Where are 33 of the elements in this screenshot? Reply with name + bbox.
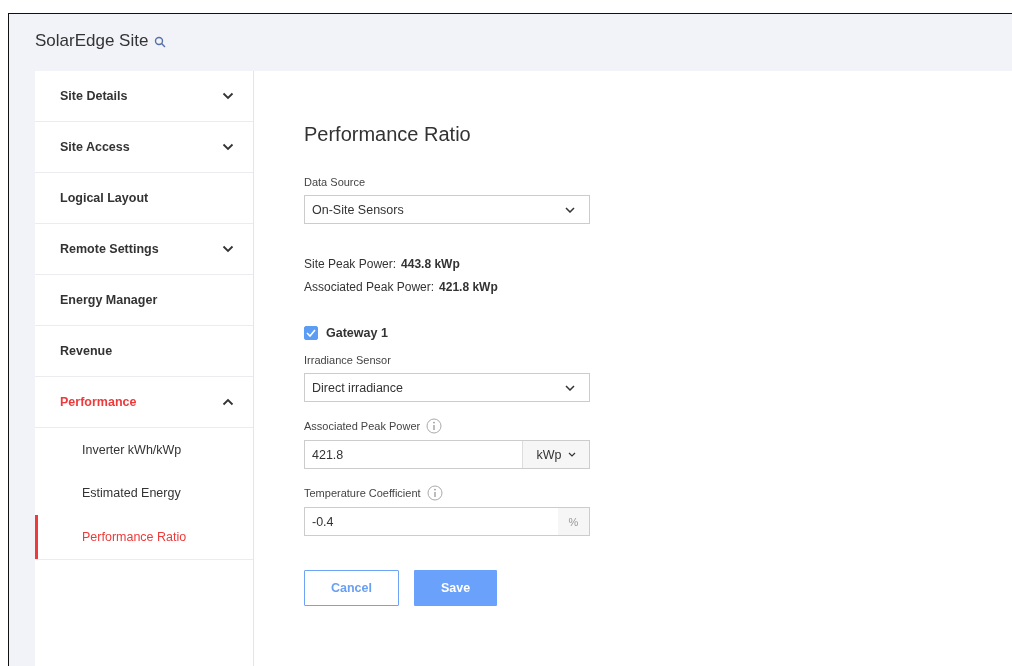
nav-item[interactable]: Remote Settings bbox=[35, 224, 253, 275]
irradiance-sensor-dropdown[interactable]: Direct irradiance bbox=[304, 373, 590, 402]
field-label: Irradiance Sensor bbox=[304, 354, 391, 366]
field-label: Data Source bbox=[304, 176, 366, 188]
nav-subitem[interactable]: Estimated Energy bbox=[35, 471, 253, 515]
site-title: SolarEdge Site bbox=[35, 31, 149, 52]
fact-label: Associated Peak Power: bbox=[304, 280, 435, 294]
search-icon[interactable] bbox=[154, 35, 167, 48]
nav-item[interactable]: Site Details bbox=[35, 71, 253, 122]
unit-suffix: % bbox=[558, 508, 589, 535]
page-title: Performance Ratio bbox=[304, 123, 471, 146]
nav-item[interactable]: Energy Manager bbox=[35, 275, 253, 326]
info-icon[interactable] bbox=[426, 485, 443, 501]
nav-item[interactable]: Logical Layout bbox=[35, 173, 253, 224]
chevron-down-icon bbox=[565, 384, 575, 391]
field-label: Associated Peak Power bbox=[304, 420, 421, 432]
fact-value: 443.8 kWp bbox=[401, 257, 460, 271]
data-source-dropdown[interactable]: On-Site Sensors bbox=[304, 195, 590, 224]
peak-power-field[interactable]: 421.8 kWp bbox=[304, 440, 590, 469]
temperature-coefficient-field[interactable]: -0.4 % bbox=[304, 507, 590, 536]
field-label: Temperature Coefficient bbox=[304, 487, 421, 499]
chevron-down-icon bbox=[567, 452, 576, 457]
fact-label: Site Peak Power: bbox=[304, 257, 397, 271]
nav-item[interactable]: Performance bbox=[35, 377, 253, 428]
info-icon[interactable] bbox=[426, 418, 443, 434]
fact-value: 421.8 kWp bbox=[439, 280, 498, 294]
nav-item[interactable]: Site Access bbox=[35, 122, 253, 173]
nav-subitem[interactable]: Inverter kWh/kWp bbox=[35, 428, 253, 472]
unit-dropdown[interactable]: kWp bbox=[522, 441, 589, 468]
checkbox[interactable] bbox=[304, 326, 318, 340]
checkbox-label: Gateway 1 bbox=[326, 326, 388, 340]
chevron-down-icon bbox=[565, 206, 575, 213]
nav-item[interactable]: Revenue bbox=[35, 326, 253, 377]
